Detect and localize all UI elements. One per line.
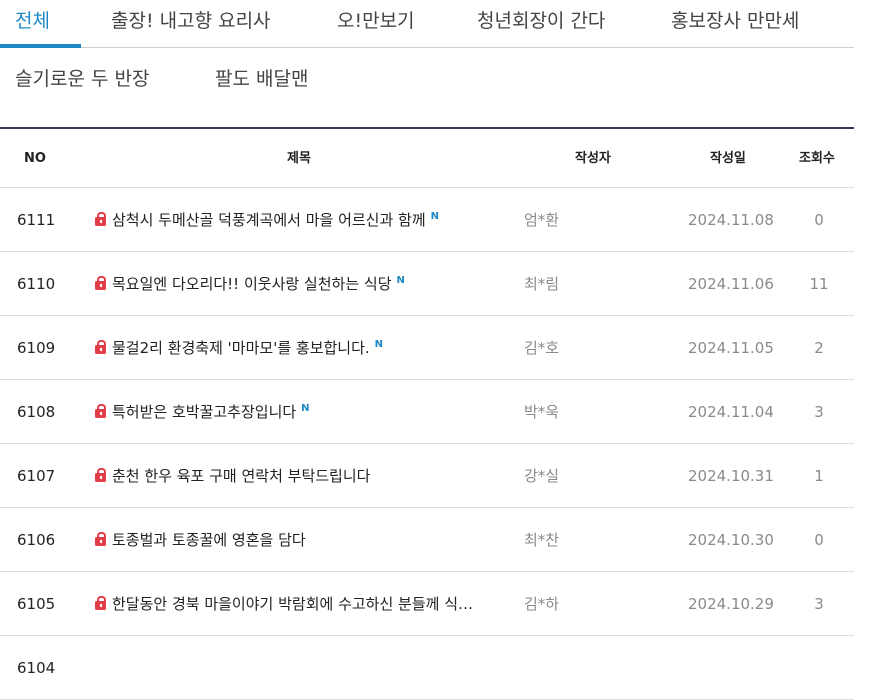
post-title-cell: 삼척시 두메산골 덕풍계곡에서 마을 어르신과 함께 N (95, 188, 505, 252)
post-title-cell: 특허받은 호박꿀고추장입니다 N (95, 380, 505, 444)
post-views (805, 636, 833, 700)
post-author: 김*호 (524, 339, 560, 357)
header-title: 제목 (287, 151, 311, 166)
active-tab-indicator (0, 44, 81, 48)
post-views: 1 (814, 467, 824, 485)
post-number: 6110 (17, 275, 56, 293)
post-title-cell: 춘천 한우 육포 구매 연락처 부탁드립니다 (95, 444, 505, 508)
post-number: 6111 (17, 211, 56, 229)
post-title-link[interactable]: 한달동안 경북 마을이야기 박람회에 수고하신 분들께 식… (112, 595, 473, 613)
post-title-link[interactable]: 토종벌과 토종꿀에 영혼을 담다 (112, 531, 306, 549)
post-number: 6106 (17, 531, 56, 549)
table-body: 6111 삼척시 두메산골 덕풍계곡에서 마을 어르신과 함께 N 엄*환 2024.1… (0, 188, 854, 700)
post-author: 김*하 (524, 595, 560, 613)
lock-icon (95, 404, 106, 418)
post-date: 2024.10.31 (688, 467, 774, 485)
post-number: 6109 (17, 339, 56, 357)
post-views: 3 (814, 595, 824, 613)
tab-wise-leaders[interactable]: 슬기로운 두 반장 (15, 66, 149, 92)
post-number: 6108 (17, 403, 56, 421)
header-no: NO (24, 151, 46, 166)
table-header: NO 제목 작성자 작성일 조회수 (0, 129, 854, 188)
table-row[interactable]: 6109 물걸2리 환경축제 '마마모'를 홍보합니다. N 김*호 2024.11.0… (0, 316, 854, 380)
tab-manbogi[interactable]: 오!만보기 (337, 8, 415, 34)
post-number: 6104 (17, 659, 56, 677)
new-badge: N (301, 403, 310, 414)
post-title-cell: 물걸2리 환경축제 '마마모'를 홍보합니다. N (95, 316, 505, 380)
tab-youth-leader[interactable]: 청년회장이 간다 (477, 8, 605, 34)
category-tabs: 전체 출장! 내고향 요리사 오!만보기 청년회장이 간다 홍보장사 만만세 슬… (0, 0, 854, 122)
post-number: 6107 (17, 467, 56, 485)
new-badge: N (374, 339, 384, 350)
post-views: 0 (814, 211, 824, 229)
table-row[interactable]: 6105 한달동안 경북 마을이야기 박람회에 수고하신 분들께 식… 김*하 202… (0, 572, 854, 636)
post-title-link[interactable]: 물걸2리 환경축제 '마마모'를 홍보합니다. (112, 339, 370, 357)
table-row[interactable]: 6111 삼척시 두메산골 덕풍계곡에서 마을 어르신과 함께 N 엄*환 2024.1… (0, 188, 854, 252)
post-title-link[interactable]: 목요일엔 다오리다!! 이웃사랑 실천하는 식당 (112, 275, 392, 293)
post-title-cell: 목요일엔 다오리다!! 이웃사랑 실천하는 식당 N (95, 252, 505, 316)
board-table: NO 제목 작성자 작성일 조회수 6111 삼척시 두메산골 덕풍계곡에서 마을… (0, 127, 854, 700)
post-author: 박*욱 (524, 403, 560, 421)
post-date: 2024.11.08 (688, 211, 774, 229)
post-author: 강*실 (524, 467, 560, 485)
tab-all[interactable]: 전체 (15, 8, 50, 34)
lock-icon (95, 212, 106, 226)
post-date: 2024.10.30 (688, 531, 774, 549)
post-date: 2024.11.05 (688, 339, 774, 357)
post-title-cell: 한달동안 경북 마을이야기 박람회에 수고하신 분들께 식… (95, 572, 505, 636)
post-date: 2024.11.06 (688, 275, 774, 293)
post-title-cell: 토종벌과 토종꿀에 영혼을 담다 (95, 508, 505, 572)
post-title-cell (95, 636, 505, 700)
post-author: 최*찬 (524, 531, 560, 549)
post-views: 2 (814, 339, 824, 357)
tab-promo-seller[interactable]: 홍보장사 만만세 (671, 8, 799, 34)
tab-delivery-man[interactable]: 팔도 배달맨 (215, 66, 308, 92)
tab-divider (0, 47, 854, 48)
post-views: 0 (814, 531, 824, 549)
header-date: 작성일 (710, 151, 746, 166)
table-row[interactable]: 6104 (0, 636, 854, 700)
post-title-link[interactable]: 특허받은 호박꿀고추장입니다 (112, 403, 296, 421)
post-number: 6105 (17, 595, 56, 613)
post-views: 3 (814, 403, 824, 421)
post-date: 2024.10.29 (688, 595, 774, 613)
lock-icon (95, 276, 106, 290)
post-views: 11 (809, 275, 829, 293)
header-author: 작성자 (575, 151, 611, 166)
header-views: 조회수 (799, 151, 835, 166)
post-date: 2024.11.04 (688, 403, 774, 421)
post-author: 최*림 (524, 275, 560, 293)
new-badge: N (396, 275, 405, 286)
post-author: 엄*환 (524, 211, 560, 229)
table-row[interactable]: 6110 목요일엔 다오리다!! 이웃사랑 실천하는 식당 N 최*림 2024.11.… (0, 252, 854, 316)
lock-icon (95, 596, 106, 610)
lock-icon (95, 340, 106, 354)
lock-icon (95, 468, 106, 482)
post-title-link[interactable]: 춘천 한우 육포 구매 연락처 부탁드립니다 (112, 467, 370, 485)
new-badge: N (430, 211, 440, 222)
post-title-link[interactable]: 삼척시 두메산골 덕풍계곡에서 마을 어르신과 함께 (112, 211, 426, 229)
table-row[interactable]: 6107 춘천 한우 육포 구매 연락처 부탁드립니다 강*실 2024.10.31 1 (0, 444, 854, 508)
tab-hometown-chef[interactable]: 출장! 내고향 요리사 (111, 8, 271, 34)
lock-icon (95, 532, 106, 546)
table-row[interactable]: 6106 토종벌과 토종꿀에 영혼을 담다 최*찬 2024.10.30 0 (0, 508, 854, 572)
table-row[interactable]: 6108 특허받은 호박꿀고추장입니다 N 박*욱 2024.11.04 3 (0, 380, 854, 444)
